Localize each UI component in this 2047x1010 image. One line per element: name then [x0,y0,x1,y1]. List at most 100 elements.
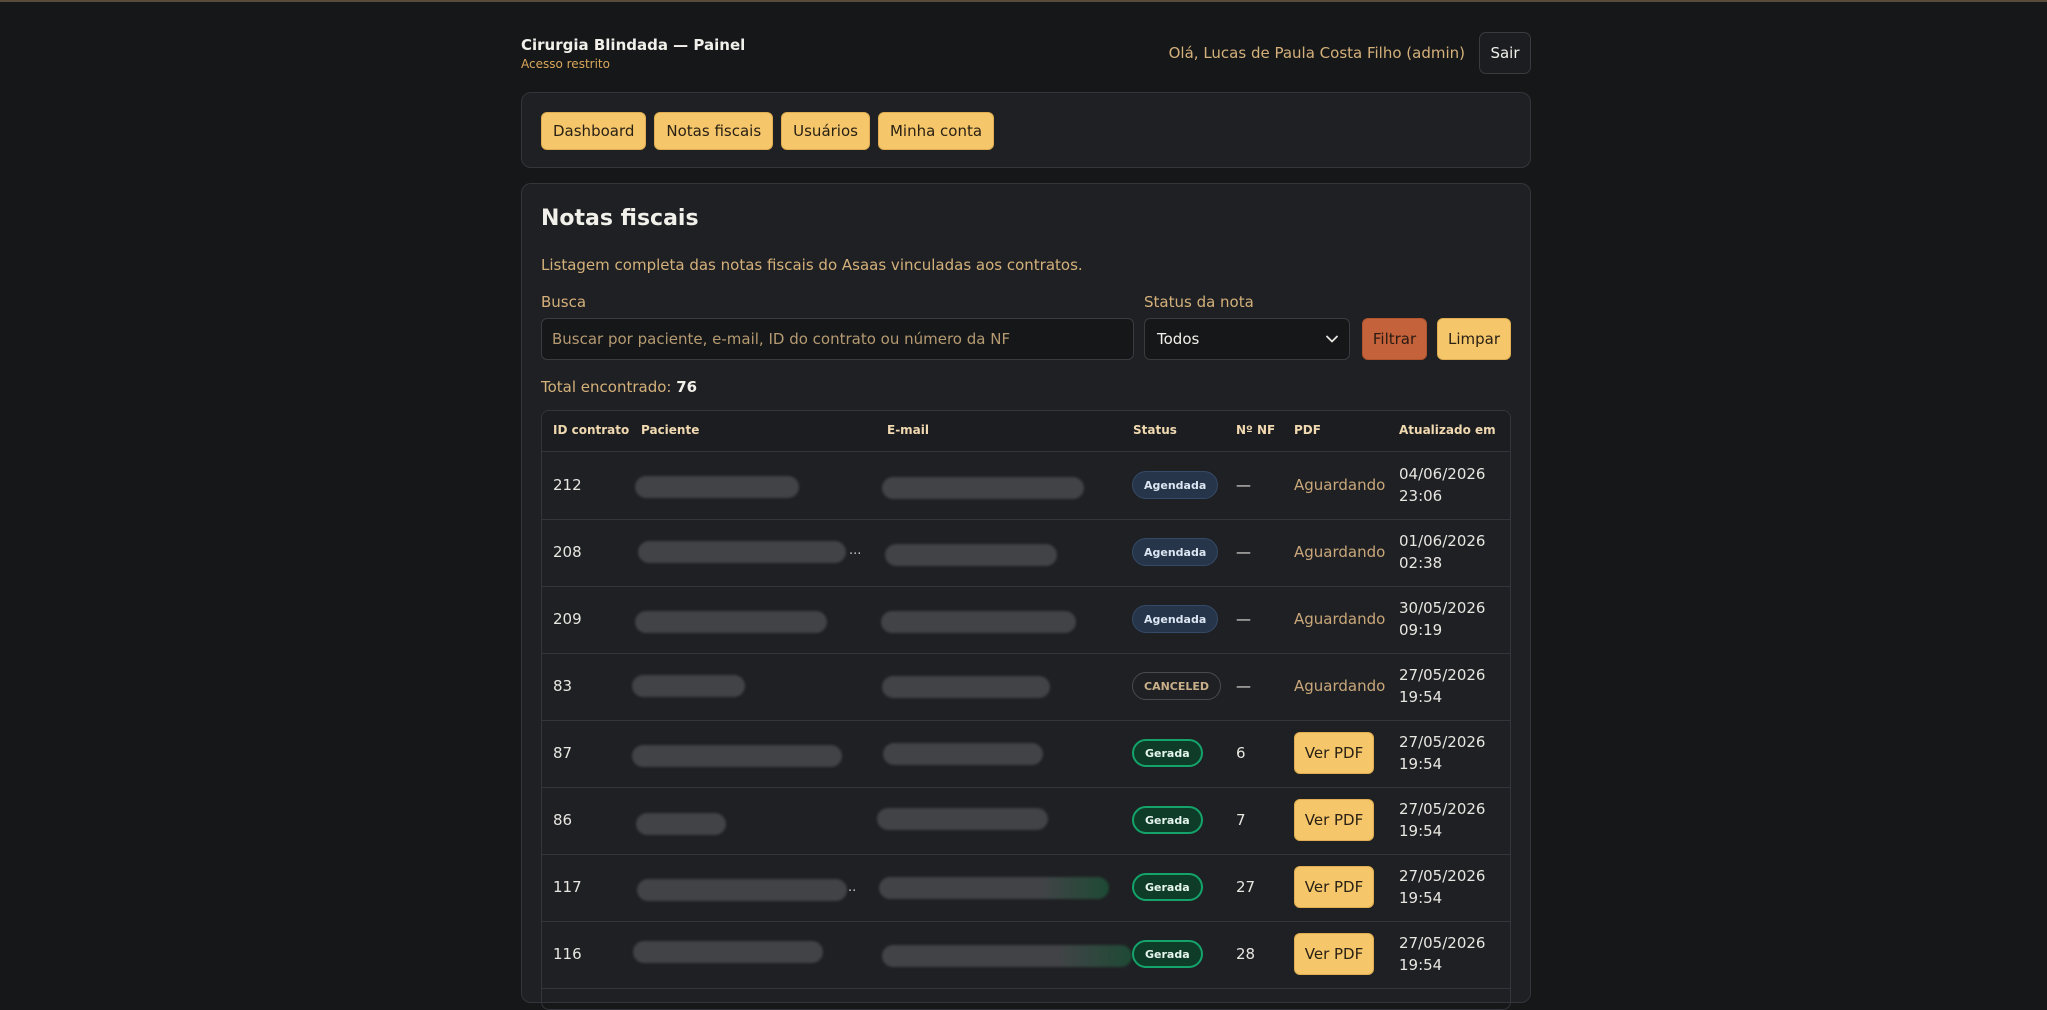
cell-updated: 27/05/2026 19:54 [1399,798,1485,842]
view-pdf-button[interactable]: Ver PDF [1294,799,1374,841]
view-pdf-button[interactable]: Ver PDF [1294,732,1374,774]
nav-card: Dashboard Notas fiscais Usuários Minha c… [521,92,1531,168]
table-row: 212 Agendada — Aguardando 04/06/2026 23:… [542,452,1510,520]
invoices-table: ID contrato Paciente E-mail Status Nº NF… [541,410,1511,1010]
header: Cirurgia Blindada — Painel Acesso restri… [521,32,1531,76]
col-pdf: PDF [1294,423,1321,437]
redacted-patient [636,813,726,835]
cell-nf: — [1236,610,1251,628]
cell-updated: 27/05/2026 19:54 [1399,731,1485,775]
updated-date: 27/05/2026 [1399,733,1486,751]
status-label: Status da nota [1144,293,1254,311]
updated-time: 19:54 [1399,889,1443,907]
redacted-email [885,544,1057,566]
updated-date: 04/06/2026 [1399,465,1486,483]
redacted-patient [637,879,847,901]
cell-id: 87 [553,744,573,762]
status-badge: Agendada [1132,605,1219,633]
cell-pdf-status: Aguardando [1294,543,1386,561]
redacted-patient [635,611,827,633]
updated-date: 01/06/2026 [1399,532,1486,550]
nav-dashboard[interactable]: Dashboard [541,112,647,150]
status-badge: Agendada [1132,538,1219,566]
col-paciente: Paciente [641,423,700,437]
table-row: 86 Gerada 7 Ver PDF 27/05/2026 19:54 [542,787,1510,855]
redacted-email [882,477,1084,499]
updated-date: 27/05/2026 [1399,800,1486,818]
chevron-down-icon [1326,335,1338,343]
updated-date: 30/05/2026 [1399,599,1486,617]
cell-nf: 28 [1236,945,1256,963]
updated-date: 27/05/2026 [1399,934,1486,952]
search-input[interactable] [541,318,1134,360]
cell-updated: 27/05/2026 19:54 [1399,865,1485,909]
col-email: E-mail [887,423,930,437]
user-greeting: Olá, Lucas de Paula Costa Filho (admin) [1168,44,1465,62]
cell-updated: 04/06/2026 23:06 [1399,463,1485,507]
updated-date: 27/05/2026 [1399,867,1486,885]
col-status: Status [1133,423,1177,437]
app-subtitle: Acesso restrito [521,57,610,71]
total-count: Total encontrado: 76 [541,378,697,396]
redacted-email [882,676,1050,698]
cell-nf: 6 [1236,744,1246,762]
table-row: 116 Gerada 28 Ver PDF 27/05/2026 19:54 [542,921,1510,989]
cell-id: 86 [553,811,573,829]
table-row: 209 Agendada — Aguardando 30/05/2026 09:… [542,586,1510,654]
top-border [0,0,2047,2]
nav-notas-fiscais[interactable]: Notas fiscais [654,112,774,150]
cell-updated: 27/05/2026 19:54 [1399,664,1485,708]
updated-time: 19:54 [1399,688,1443,706]
status-select[interactable]: Todos [1144,318,1350,360]
cell-nf: — [1236,677,1251,695]
updated-time: 19:54 [1399,956,1443,974]
redacted-patient [635,476,799,498]
nav-minha-conta[interactable]: Minha conta [877,112,995,150]
main-card: Notas fiscais Listagem completa das nota… [521,183,1531,1010]
cell-nf: — [1236,476,1251,494]
cell-id: 116 [553,945,582,963]
truncation-ellipsis: ... [849,543,862,558]
status-badge: Gerada [1132,940,1203,968]
cell-id: 208 [553,543,582,561]
total-label: Total encontrado: [541,378,672,396]
truncation-ellipsis: .. [848,880,857,895]
status-badge: Gerada [1132,806,1203,834]
updated-time: 09:19 [1399,621,1443,639]
cell-nf: 27 [1236,878,1256,896]
status-badge: Gerada [1132,873,1203,901]
view-pdf-button[interactable]: Ver PDF [1294,866,1374,908]
cell-updated: 27/05/2026 19:54 [1399,932,1485,976]
status-badge: Agendada [1132,471,1219,499]
redacted-email [881,611,1076,633]
updated-time: 02:38 [1399,554,1443,572]
page-description: Listagem completa das notas fiscais do A… [541,256,1083,274]
col-nf: Nº NF [1236,423,1276,437]
cell-pdf-status: Aguardando [1294,610,1386,628]
status-select-value: Todos [1157,330,1200,348]
page-title: Notas fiscais [541,206,699,231]
cell-nf: — [1236,543,1251,561]
nav-usuarios[interactable]: Usuários [781,112,870,150]
updated-time: 19:54 [1399,755,1443,773]
cell-nf: 7 [1236,811,1246,829]
cell-pdf-status: Aguardando [1294,476,1386,494]
redacted-patient [632,675,745,697]
col-updated: Atualizado em [1399,423,1496,437]
filter-button[interactable]: Filtrar [1362,318,1427,360]
total-value: 76 [676,378,698,396]
table-row: 87 Gerada 6 Ver PDF 27/05/2026 19:54 [542,720,1510,788]
redacted-email [883,743,1043,765]
cell-updated: 30/05/2026 09:19 [1399,597,1485,641]
redacted-patient [632,745,842,767]
cell-pdf-status: Aguardando [1294,677,1386,695]
nav-bar: Dashboard Notas fiscais Usuários Minha c… [541,112,995,150]
redacted-email [877,808,1048,830]
app-title: Cirurgia Blindada — Painel [521,36,746,54]
logout-button[interactable]: Sair [1479,32,1531,74]
clear-button[interactable]: Limpar [1437,318,1511,360]
redacted-email [882,945,1132,967]
updated-time: 23:06 [1399,487,1443,505]
table-row: 83 CANCELED — Aguardando 27/05/2026 19:5… [542,653,1510,721]
updated-time: 19:54 [1399,822,1443,840]
